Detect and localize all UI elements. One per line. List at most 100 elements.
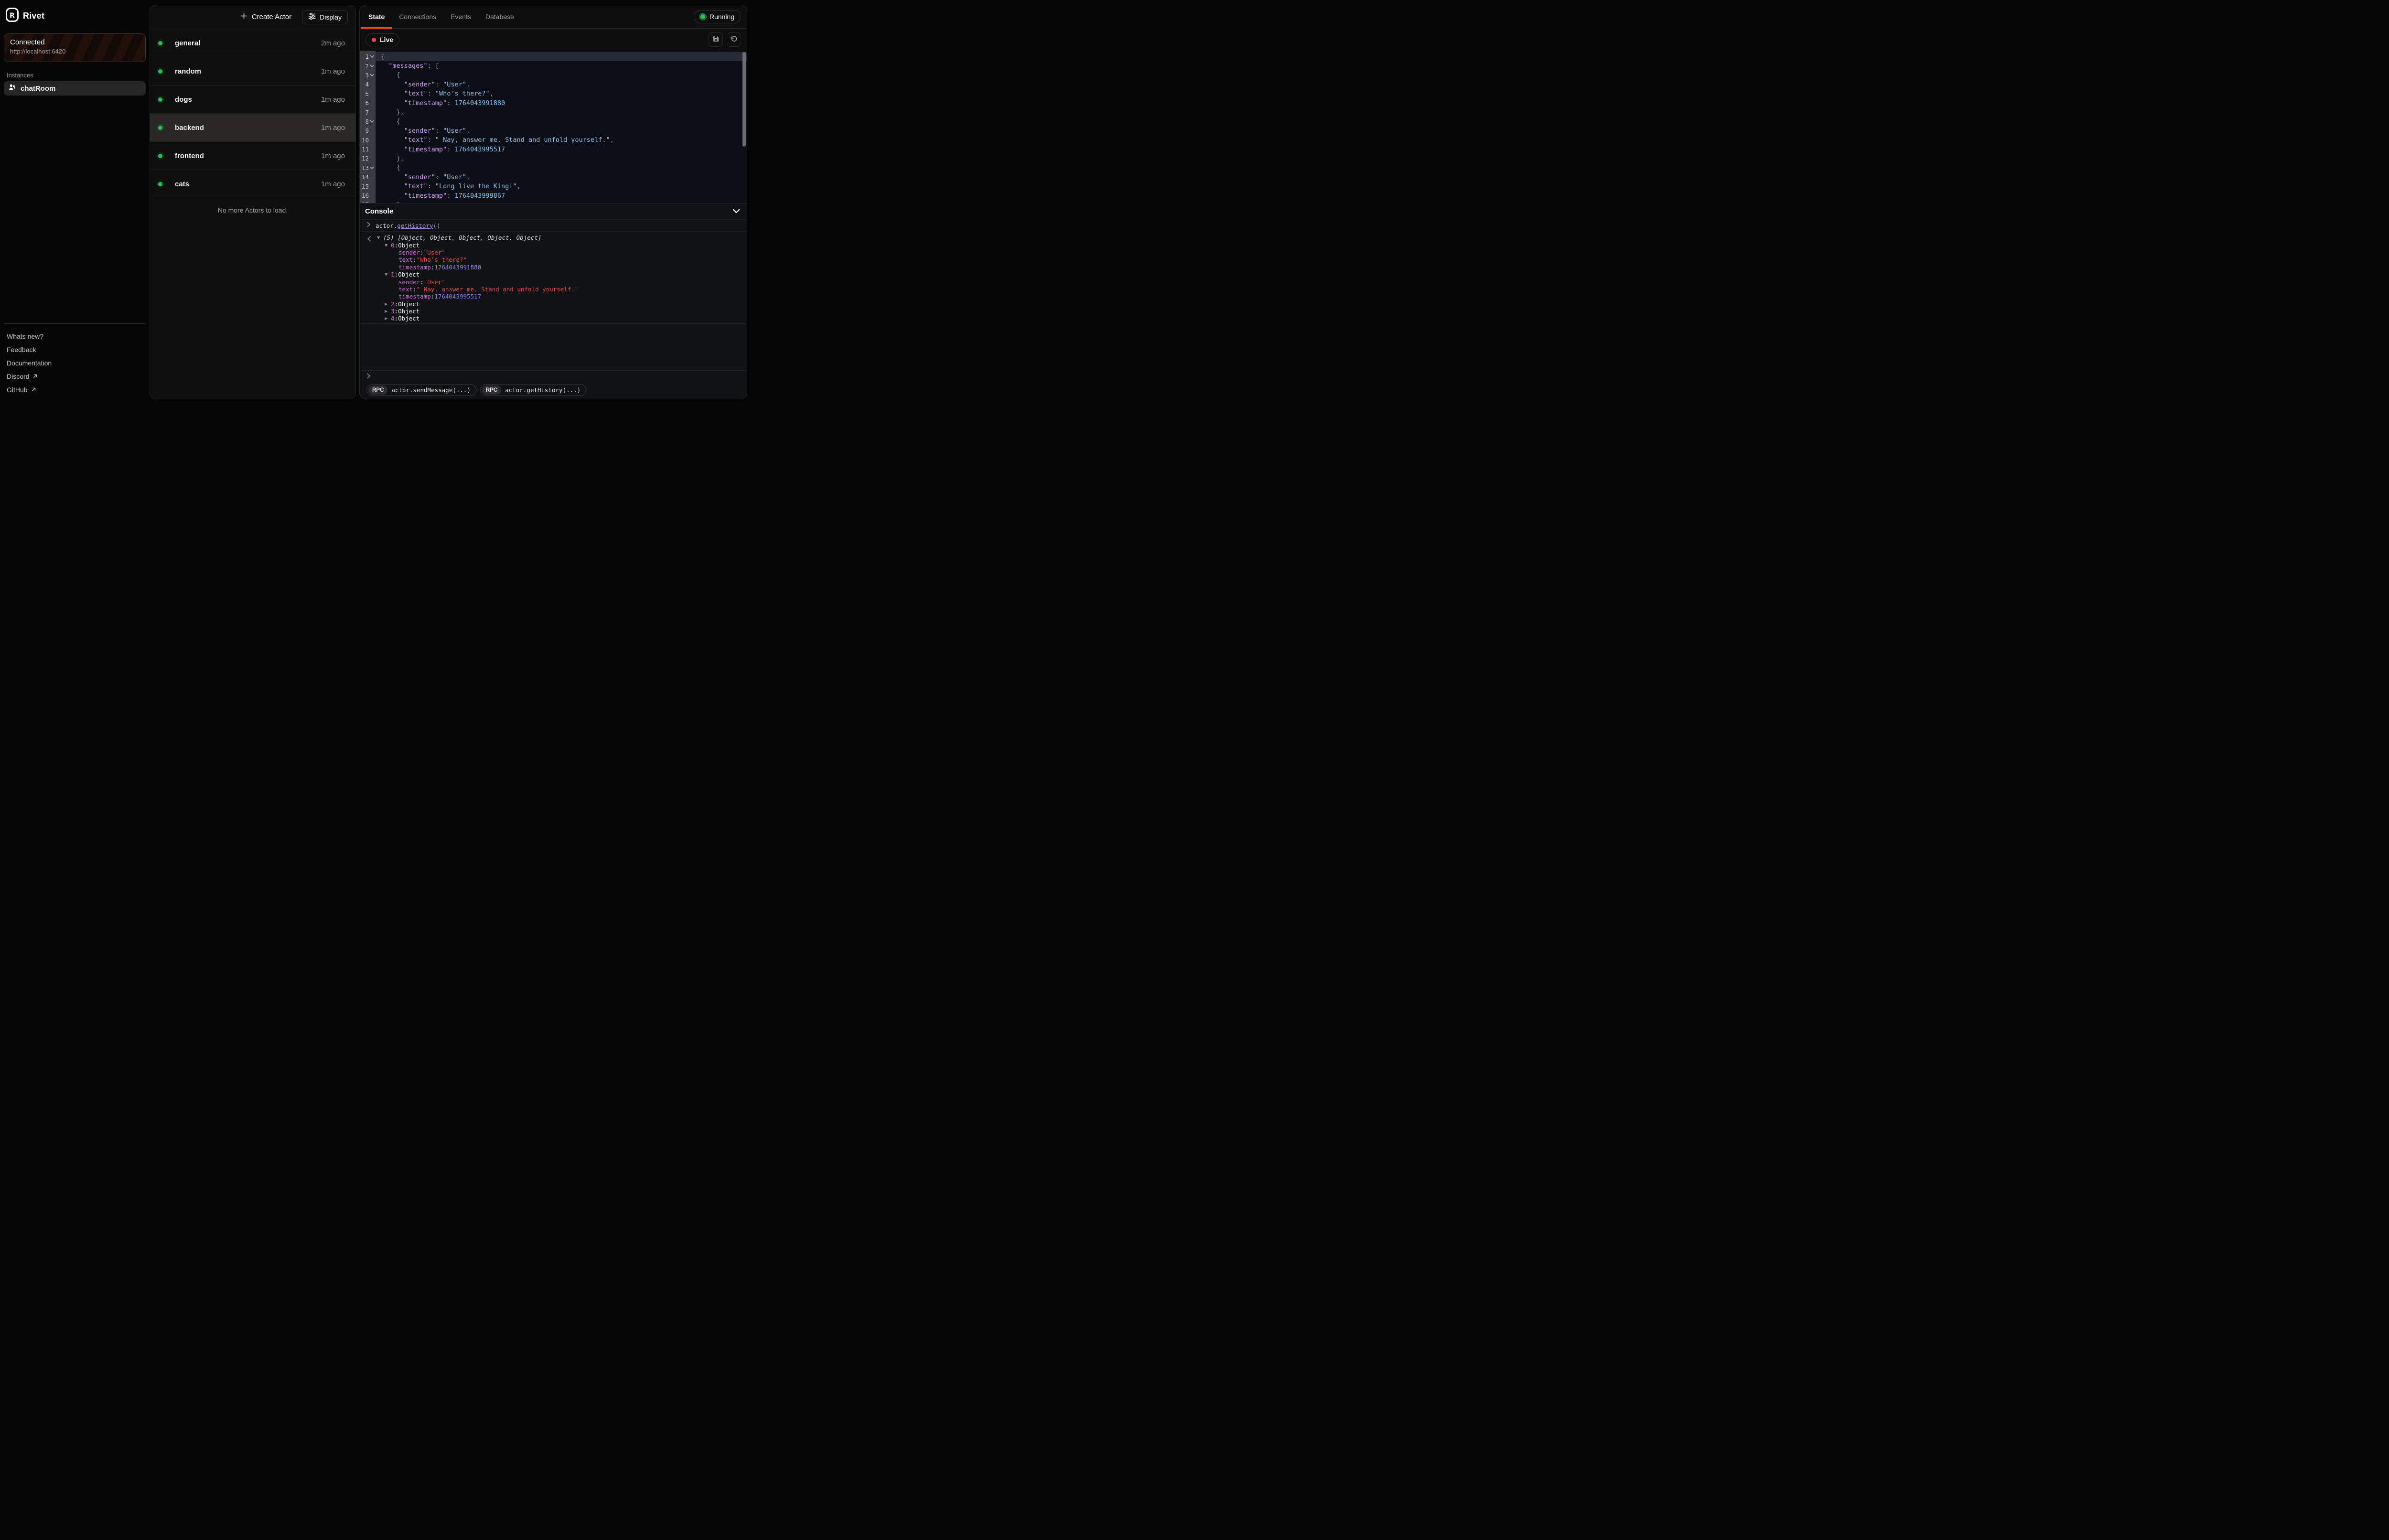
tab-database[interactable]: Database bbox=[478, 5, 521, 28]
running-badge[interactable]: Running bbox=[694, 10, 741, 23]
tree-toggle-icon[interactable]: ▶ bbox=[385, 316, 391, 321]
running-label: Running bbox=[710, 13, 734, 21]
code-line[interactable]: }, bbox=[376, 154, 747, 163]
footer-link-whats-new-[interactable]: Whats new? bbox=[7, 330, 143, 343]
code-line[interactable]: "sender": "User", bbox=[376, 126, 747, 135]
tree-row[interactable]: ▼1: Object bbox=[360, 271, 747, 278]
line-number: 15 bbox=[362, 183, 369, 190]
code-line[interactable]: "sender": "User", bbox=[376, 80, 747, 89]
fold-chevron-icon[interactable] bbox=[370, 55, 374, 59]
footer-link-discord[interactable]: Discord bbox=[7, 370, 143, 383]
save-state-button[interactable] bbox=[709, 32, 723, 47]
tree-row[interactable]: text: "Who’s there?" bbox=[360, 256, 747, 263]
fold-spacer bbox=[370, 175, 374, 179]
actor-list-card: Create Actor Display general2m agorandom… bbox=[150, 5, 356, 399]
tree-toggle-icon[interactable]: ▼ bbox=[385, 272, 391, 277]
rpc-button-label: actor.getHistory(...) bbox=[505, 386, 581, 394]
actor-row-cats[interactable]: cats1m ago bbox=[150, 170, 355, 198]
tree-row[interactable]: sender: "User" bbox=[360, 278, 747, 285]
state-editor[interactable]: 1{2 "messages": [3 {4 "sender": "User",5… bbox=[360, 51, 747, 203]
tree-row[interactable]: ▶2: Object bbox=[360, 300, 747, 308]
code-line[interactable]: "sender": "User", bbox=[376, 172, 747, 182]
rivet-logo-icon: R bbox=[6, 8, 19, 24]
rpc-badge: RPC bbox=[482, 385, 501, 395]
console-command-row[interactable]: actor.getHistory() bbox=[360, 219, 747, 232]
fold-chevron-icon[interactable] bbox=[370, 119, 374, 123]
tab-events[interactable]: Events bbox=[443, 5, 478, 28]
actor-row-random[interactable]: random1m ago bbox=[150, 57, 355, 86]
code-line[interactable]: { bbox=[376, 117, 747, 126]
line-number: 11 bbox=[362, 146, 369, 153]
actor-list-header: Create Actor Display bbox=[150, 5, 355, 29]
code-line[interactable]: "text": "Long live the King!", bbox=[376, 182, 747, 191]
code-line[interactable]: "text": "Who’s there?", bbox=[376, 89, 747, 98]
line-number: 3 bbox=[365, 72, 369, 79]
code-line[interactable]: "timestamp": 1764043991880 bbox=[376, 98, 747, 107]
footer-link-documentation[interactable]: Documentation bbox=[7, 356, 143, 370]
tree-toggle-icon[interactable]: ▶ bbox=[385, 309, 391, 313]
code-line[interactable]: { bbox=[376, 163, 747, 172]
sidebar-item-chatroom[interactable]: chatRoom bbox=[4, 81, 146, 96]
code-plain-token bbox=[381, 192, 404, 200]
code-line[interactable]: "timestamp": 1764043995517 bbox=[376, 145, 747, 154]
undo-icon bbox=[730, 35, 738, 44]
fold-chevron-icon[interactable] bbox=[370, 166, 374, 170]
line-number: 2 bbox=[365, 63, 369, 70]
actor-rows: general2m agorandom1m agodogs1m agobacke… bbox=[150, 29, 355, 198]
svg-text:R: R bbox=[10, 12, 15, 20]
tree-row[interactable]: ▼(5) [Object, Object, Object, Object, Ob… bbox=[360, 234, 747, 241]
console-collapse-button[interactable] bbox=[732, 208, 740, 215]
tree-row[interactable]: text: " Nay, answer me. Stand and unfold… bbox=[360, 286, 747, 293]
rpc-shortcut-button[interactable]: RPCactor.sendMessage(...) bbox=[366, 384, 476, 396]
line-number: 14 bbox=[362, 173, 369, 181]
tree-row[interactable]: timestamp: 1764043991880 bbox=[360, 264, 747, 271]
code-key-token: "messages" bbox=[388, 62, 427, 70]
code-line[interactable]: "messages": [ bbox=[376, 61, 747, 70]
footer-link-github[interactable]: GitHub bbox=[7, 383, 143, 396]
line-number-cell: 2 bbox=[360, 63, 376, 70]
line-number: 7 bbox=[365, 109, 369, 116]
actor-row-backend[interactable]: backend1m ago bbox=[150, 114, 355, 142]
tree-row[interactable]: timestamp: 1764043995517 bbox=[360, 293, 747, 300]
live-badge[interactable]: Live bbox=[366, 33, 399, 46]
actor-row-frontend[interactable]: frontend1m ago bbox=[150, 142, 355, 170]
out-cplain-token: : bbox=[395, 242, 398, 249]
rpc-shortcut-button[interactable]: RPC actor.getHistory(...) bbox=[480, 384, 586, 396]
code-key-token: "timestamp" bbox=[404, 192, 447, 200]
line-number: 4 bbox=[365, 81, 369, 88]
tree-row[interactable]: ▶3: Object bbox=[360, 308, 747, 315]
tree-toggle-icon[interactable]: ▼ bbox=[385, 243, 391, 247]
tab-connections[interactable]: Connections bbox=[392, 5, 443, 28]
code-line[interactable]: }, bbox=[376, 107, 747, 117]
code-punct-token: : bbox=[447, 192, 454, 200]
code-line[interactable]: } bbox=[376, 200, 747, 203]
rivet-logo[interactable]: R Rivet bbox=[6, 8, 44, 24]
console-header[interactable]: Console bbox=[360, 203, 747, 219]
tree-toggle-icon[interactable]: ▶ bbox=[385, 302, 391, 306]
actor-row-general[interactable]: general2m ago bbox=[150, 29, 355, 57]
footer-link-feedback[interactable]: Feedback bbox=[7, 343, 143, 356]
tree-row[interactable]: sender: "User" bbox=[360, 249, 747, 256]
fold-chevron-icon[interactable] bbox=[370, 64, 374, 68]
display-button[interactable]: Display bbox=[302, 10, 348, 24]
code-line[interactable]: { bbox=[376, 52, 747, 61]
fold-chevron-icon[interactable] bbox=[370, 73, 374, 77]
tree-row[interactable]: ▼0: Object bbox=[360, 241, 747, 248]
footer-link-label: GitHub bbox=[7, 386, 28, 394]
tree-row[interactable]: ▶4: Object bbox=[360, 315, 747, 322]
sidebar: R Rivet Connected http://localhost:6420 … bbox=[0, 0, 150, 404]
code-punct-token: : bbox=[428, 136, 435, 144]
reset-state-button[interactable] bbox=[727, 32, 741, 47]
actor-row-dogs[interactable]: dogs1m ago bbox=[150, 86, 355, 114]
code-line[interactable]: "timestamp": 1764043999867 bbox=[376, 191, 747, 200]
line-number: 5 bbox=[365, 90, 369, 97]
code-key-token: "text" bbox=[404, 136, 428, 144]
tree-toggle-icon[interactable]: ▼ bbox=[377, 235, 383, 240]
editor-scrollbar-thumb[interactable] bbox=[743, 52, 746, 147]
code-num-token: 1764043999867 bbox=[454, 192, 505, 200]
code-line[interactable]: { bbox=[376, 71, 747, 80]
console-input-row[interactable] bbox=[366, 371, 742, 383]
code-line[interactable]: "text": " Nay, answer me. Stand and unfo… bbox=[376, 136, 747, 145]
tab-state[interactable]: State bbox=[361, 5, 392, 28]
create-actor-button[interactable]: Create Actor bbox=[240, 12, 291, 21]
